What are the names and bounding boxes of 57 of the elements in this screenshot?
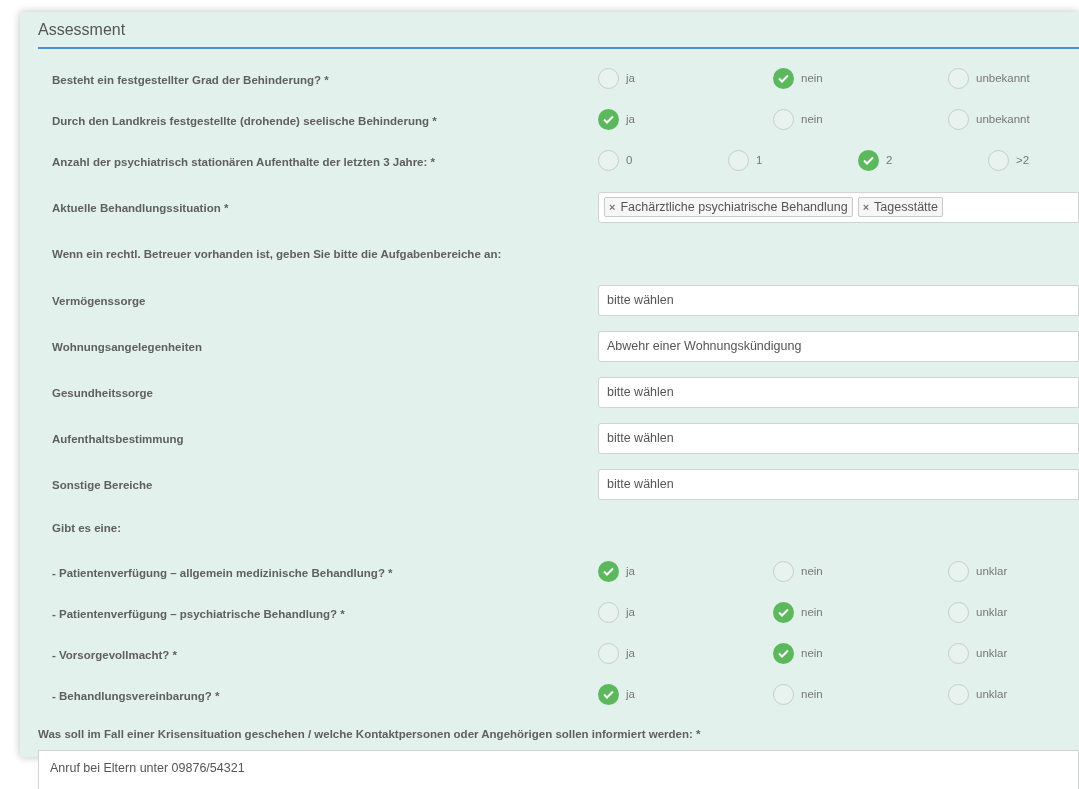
field-label: Gesundheitssorge <box>52 387 153 399</box>
select-field[interactable]: bitte wählen <box>598 376 1079 408</box>
radio-option[interactable]: ja <box>598 109 773 130</box>
field-label: Anzahl der psychiatrisch stationären Aufenthalte der letzten 3 Jahre: * <box>52 155 435 168</box>
tag-select-field[interactable]: × Fachärztliche psychiatrische Behandlung × Tagesstätte <box>598 191 1079 223</box>
check-icon <box>603 567 614 576</box>
radio-option[interactable]: nein <box>773 68 948 89</box>
section-title: Assessment <box>38 20 126 40</box>
tag-chip: × Tagesstätte <box>857 197 944 217</box>
field-label: - Behandlungsvereinbarung? * <box>52 689 220 702</box>
crisis-text-area[interactable]: Anruf bei Eltern unter 09876/54321 <box>38 750 1079 789</box>
field-label: Gibt es eine: <box>52 521 122 537</box>
field-label: Wohnungsangelegenheiten <box>52 341 202 353</box>
field-label: Durch den Landkreis festgestellte (drohende) seelische Behinderung * <box>52 114 437 127</box>
radio-option[interactable]: >2 <box>988 150 1079 171</box>
field-label: Aktuelle Behandlungssituation * <box>52 202 229 214</box>
select-field[interactable]: bitte wählen <box>598 468 1079 500</box>
field-label: Sonstige Bereiche <box>52 479 153 491</box>
field-label: - Vorsorgevollmacht? * <box>52 648 178 661</box>
radio-option[interactable]: unbekannt <box>948 68 1079 89</box>
check-icon <box>863 156 874 165</box>
field-label: Wenn ein rechtl. Betreuer vorhanden ist, geben Sie bitte die Aufgabenbereiche an: <box>52 247 502 263</box>
select-field[interactable]: bitte wählen <box>598 284 1079 316</box>
radio-option[interactable]: ja <box>598 602 773 623</box>
field-label: Vermögenssorge <box>52 295 146 307</box>
remove-tag-button[interactable]: × <box>862 198 870 216</box>
radio-option[interactable]: nein <box>773 684 948 705</box>
radio-option[interactable]: ja <box>598 561 773 582</box>
field-label: - Patientenverfügung – psychiatrische Behandlung? * <box>52 607 345 620</box>
radio-option[interactable]: 0 <box>598 150 728 171</box>
radio-option[interactable]: unklar <box>948 643 1079 664</box>
radio-option[interactable]: unklar <box>948 684 1079 705</box>
radio-option[interactable]: nein <box>773 109 948 130</box>
field-label: Aufenthaltsbestimmung <box>52 433 184 445</box>
radio-option[interactable]: ja <box>598 643 773 664</box>
radio-option[interactable]: ja <box>598 684 773 705</box>
check-icon <box>603 690 614 699</box>
radio-option[interactable]: nein <box>773 561 948 582</box>
field-label: Besteht ein festgestellter Grad der Behinderung? * <box>52 73 329 86</box>
select-field[interactable]: Abwehr einer Wohnungskündigung <box>598 330 1079 362</box>
radio-option[interactable]: nein <box>773 643 948 664</box>
radio-option[interactable]: 1 <box>728 150 858 171</box>
field-label: - Patientenverfügung – allgemein medizinische Behandlung? * <box>52 566 393 579</box>
check-icon <box>778 649 789 658</box>
select-field[interactable]: bitte wählen <box>598 422 1079 454</box>
remove-tag-button[interactable]: × <box>609 198 616 216</box>
check-icon <box>778 608 789 617</box>
radio-option[interactable]: 2 <box>858 150 988 171</box>
check-icon <box>603 115 614 124</box>
radio-option[interactable]: unklar <box>948 602 1079 623</box>
tag-chip: × Fachärztliche psychiatrische Behandlung <box>604 197 853 217</box>
radio-option[interactable]: nein <box>773 602 948 623</box>
radio-option[interactable]: unklar <box>948 561 1079 582</box>
radio-option[interactable]: ja <box>598 68 773 89</box>
radio-option[interactable]: unbekannt <box>948 109 1079 130</box>
field-label: Was soll im Fall einer Krisensituation geschehen / welche Kontaktpersonen oder Angehörigen sollen informiert werden: * <box>38 727 701 743</box>
check-icon <box>778 74 789 83</box>
